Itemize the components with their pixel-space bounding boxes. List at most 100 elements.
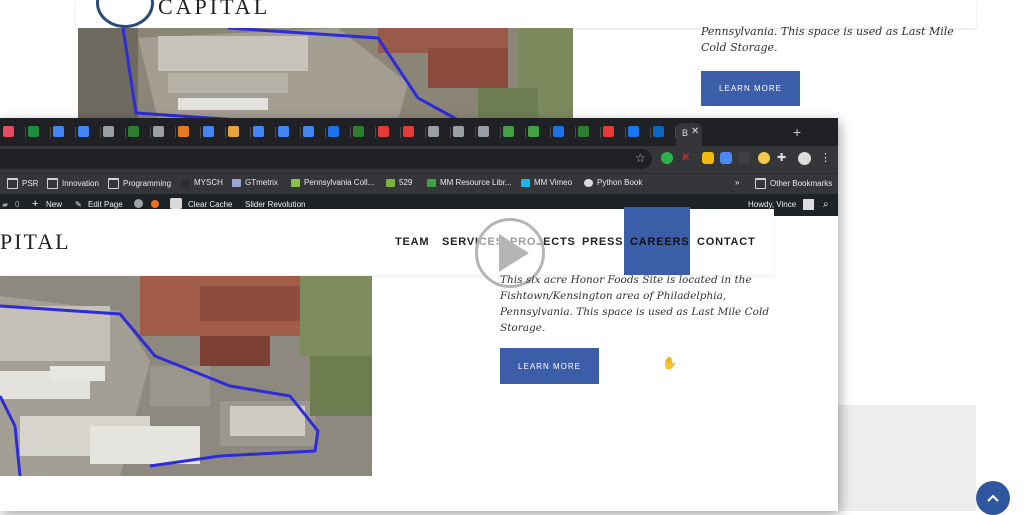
search-icon[interactable]: ⌕ xyxy=(823,199,829,210)
project-description: This six acre Honor Foods Site is locate… xyxy=(500,274,770,334)
tab-favicon-22[interactable] xyxy=(553,126,564,137)
clear-cache-button[interactable]: Clear Cache xyxy=(188,200,232,209)
grid-extension-icon[interactable] xyxy=(738,152,750,164)
pencil-icon: ✎ xyxy=(75,200,82,209)
tab-separator xyxy=(275,127,276,138)
k-extension-icon[interactable]: K xyxy=(683,152,695,164)
new-tab-button[interactable]: + xyxy=(793,124,801,140)
tab-favicon-6[interactable] xyxy=(153,126,164,137)
bookmark-star-icon[interactable]: ☆ xyxy=(635,151,646,165)
slider-revolution-button[interactable]: Slider Revolution xyxy=(245,200,305,209)
tab-favicon-1[interactable] xyxy=(28,126,39,137)
bookmark-gtmetrix[interactable]: GTmetrix xyxy=(232,178,278,187)
tab-favicon-20[interactable] xyxy=(503,126,514,137)
site-logo[interactable]: PITAL xyxy=(0,229,71,255)
folder-icon xyxy=(108,178,119,189)
tab-separator xyxy=(50,127,51,138)
tab-separator xyxy=(75,127,76,138)
bookmark-mm-vimeo[interactable]: MM Vimeo xyxy=(521,178,572,187)
bookmark-529[interactable]: 529 xyxy=(386,178,412,187)
vimeo-icon xyxy=(521,178,530,187)
aerial-site-photo xyxy=(0,276,372,476)
comments-count[interactable]: 0 xyxy=(15,200,19,209)
active-tab-title: B xyxy=(682,128,689,138)
tab-favicon-12[interactable] xyxy=(303,126,314,137)
chevron-up-icon xyxy=(987,494,999,502)
thumbs-up-extension-icon[interactable] xyxy=(758,152,770,164)
nav-team[interactable]: TEAM xyxy=(395,236,429,248)
browser-menu-icon[interactable]: ⋮ xyxy=(820,151,831,164)
tab-favicon-15[interactable] xyxy=(378,126,389,137)
other-bookmarks[interactable]: Other Bookmarks xyxy=(755,178,832,189)
tab-separator xyxy=(425,127,426,138)
bookmark-pennsylvania[interactable]: Pennsylvania Coll... xyxy=(291,178,374,187)
tab-separator xyxy=(525,127,526,138)
tab-favicon-2[interactable] xyxy=(53,126,64,137)
tab-favicon-26[interactable] xyxy=(653,126,664,137)
yoast-icon[interactable] xyxy=(134,199,143,208)
tab-separator xyxy=(300,127,301,138)
extensions-puzzle-icon[interactable]: ✚ xyxy=(777,151,789,164)
bookmark-programming[interactable]: Programming xyxy=(108,178,171,189)
bookmark-mm-resource[interactable]: MM Resource Libr... xyxy=(427,178,512,187)
tab-favicon-10[interactable] xyxy=(253,126,264,137)
bookmark-mysch[interactable]: MYSCH xyxy=(181,178,223,187)
new-button[interactable]: New xyxy=(46,200,62,209)
evernote-extension-icon[interactable] xyxy=(661,152,673,164)
download-extension-icon[interactable] xyxy=(702,152,714,164)
tab-favicon-3[interactable] xyxy=(78,126,89,137)
tab-separator xyxy=(475,127,476,138)
tab-strip: B ✕ + xyxy=(0,118,838,146)
learn-more-button[interactable]: LEARN MORE xyxy=(500,348,599,384)
tab-separator xyxy=(175,127,176,138)
arrow-icon xyxy=(427,178,436,187)
nav-press[interactable]: PRESS xyxy=(582,236,623,248)
bookmark-psr[interactable]: PSR xyxy=(7,178,38,189)
scroll-to-top-button[interactable] xyxy=(976,481,1010,515)
status-dot-icon[interactable] xyxy=(151,200,159,208)
tab-favicon-14[interactable] xyxy=(353,126,364,137)
nav-careers[interactable]: CAREERS xyxy=(630,236,689,248)
tab-separator xyxy=(625,127,626,138)
tab-favicon-17[interactable] xyxy=(428,126,439,137)
comments-icon[interactable]: ▰ xyxy=(2,200,8,209)
tab-favicon-25[interactable] xyxy=(628,126,639,137)
tab-separator xyxy=(25,127,26,138)
profile-avatar[interactable] xyxy=(798,152,811,165)
folder-icon xyxy=(47,178,58,189)
folder-icon xyxy=(7,178,18,189)
tab-favicon-7[interactable] xyxy=(178,126,189,137)
folder-icon xyxy=(755,178,766,189)
browser-window: B ✕ + ☆ K ✚ ⋮ PSR Innovation Programming… xyxy=(0,118,838,511)
nav-contact[interactable]: CONTACT xyxy=(697,236,756,248)
tab-favicon-23[interactable] xyxy=(578,126,589,137)
close-tab-icon[interactable]: ✕ xyxy=(691,126,699,137)
address-bar[interactable] xyxy=(0,149,652,169)
zoom-extension-icon[interactable] xyxy=(720,152,732,164)
background-learn-more-button[interactable]: LEARN MORE xyxy=(701,71,800,106)
tab-favicon-0[interactable] xyxy=(3,126,14,137)
bookmark-innovation[interactable]: Innovation xyxy=(47,178,99,189)
howdy-user[interactable]: Howdy, Vince xyxy=(748,200,796,209)
tab-favicon-8[interactable] xyxy=(203,126,214,137)
tab-favicon-19[interactable] xyxy=(478,126,489,137)
tab-favicon-21[interactable] xyxy=(528,126,539,137)
bookmarks-overflow-button[interactable]: » xyxy=(735,178,739,187)
tab-favicon-11[interactable] xyxy=(278,126,289,137)
background-aerial-photo xyxy=(78,28,573,120)
tab-separator xyxy=(375,127,376,138)
tab-favicon-5[interactable] xyxy=(128,126,139,137)
user-avatar[interactable] xyxy=(803,199,814,210)
edit-page-button[interactable]: Edit Page xyxy=(88,200,123,209)
tab-favicon-13[interactable] xyxy=(328,126,339,137)
hand-cursor-icon: ✋ xyxy=(662,356,677,370)
site-icon xyxy=(291,178,300,187)
tab-favicon-4[interactable] xyxy=(103,126,114,137)
tab-favicon-18[interactable] xyxy=(453,126,464,137)
tab-favicon-16[interactable] xyxy=(403,126,414,137)
tab-separator xyxy=(200,127,201,138)
bookmark-python-book[interactable]: Python Book xyxy=(584,178,642,187)
tab-favicon-24[interactable] xyxy=(603,126,614,137)
tab-favicon-9[interactable] xyxy=(228,126,239,137)
cache-icon xyxy=(170,198,182,209)
